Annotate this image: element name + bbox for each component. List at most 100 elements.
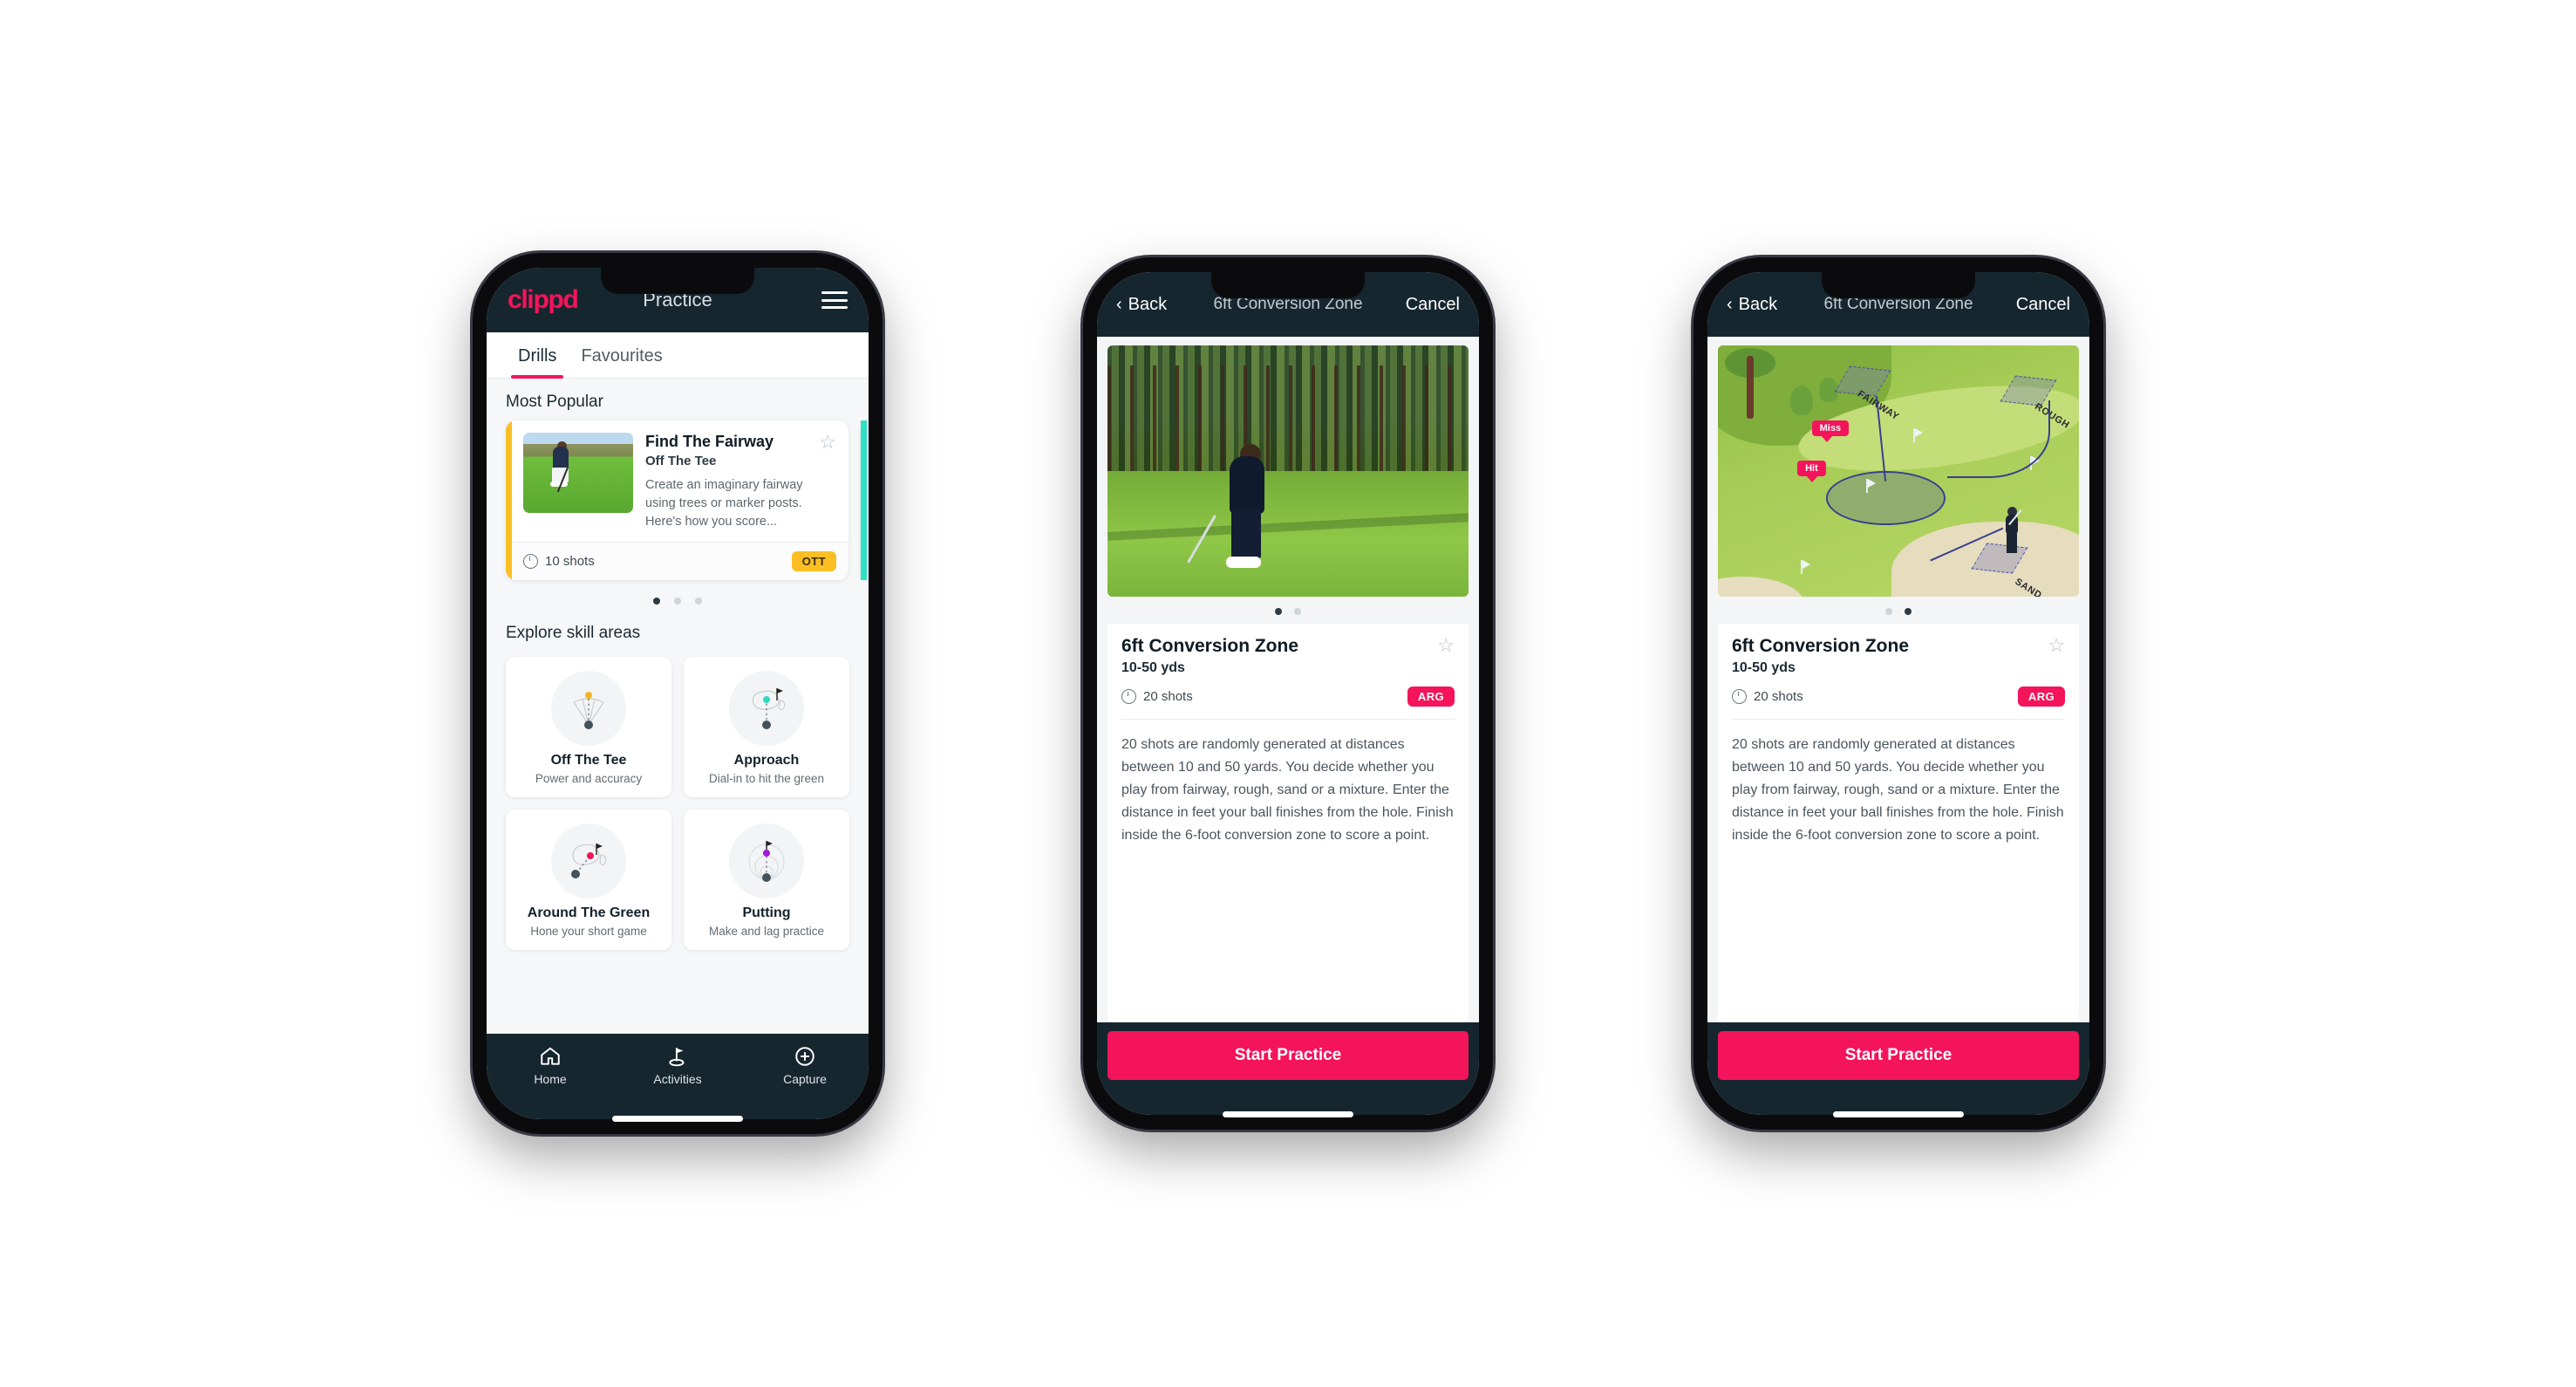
putting-rings-icon: [729, 823, 804, 899]
clippd-logo[interactable]: clippd: [508, 285, 579, 315]
divider: [1121, 719, 1455, 720]
home-icon: [487, 1044, 614, 1069]
media-dots[interactable]: [1718, 597, 2079, 624]
skill-name: Approach: [733, 753, 800, 769]
star-outline-icon[interactable]: ☆: [2048, 636, 2065, 655]
media-dot[interactable]: [1885, 608, 1892, 615]
phone-notch: [1822, 272, 1975, 298]
drill-card-top: Find The Fairway Off The Tee ☆ Create an…: [506, 420, 848, 542]
next-drill-card-peek[interactable]: [861, 420, 869, 581]
drill-title: Find The Fairway: [645, 433, 774, 450]
carousel-dot[interactable]: [695, 598, 702, 605]
golf-flag-icon: [1801, 560, 1811, 575]
drill-info-panel: 6ft Conversion Zone 10-50 yds ☆ 20 shots…: [1718, 624, 2079, 1022]
tab-bar: Drills Favourites: [487, 332, 869, 379]
back-button[interactable]: ‹ Back: [1116, 295, 1167, 315]
back-label: Back: [1738, 294, 1778, 314]
hamburger-menu-icon[interactable]: [821, 291, 848, 309]
cancel-button[interactable]: Cancel: [1406, 295, 1460, 315]
drill-distance: 10-50 yds: [1121, 660, 1185, 675]
drill-title: 6ft Conversion Zone: [1732, 636, 1910, 656]
nav-label: Capture: [783, 1072, 827, 1086]
detail-body: 6ft Conversion Zone 10-50 yds ☆ 20 shots…: [1097, 337, 1479, 1022]
drill-distance: 10-50 yds: [1732, 660, 1796, 675]
carousel-dot[interactable]: [674, 598, 681, 605]
drill-shots: 10 shots: [545, 554, 595, 570]
drill-info-panel: 6ft Conversion Zone 10-50 yds ☆ 20 shots…: [1107, 624, 1469, 1022]
skill-card-putting[interactable]: Putting Make and lag practice: [684, 810, 849, 951]
media-dot[interactable]: [1275, 608, 1282, 615]
phone3-screen: ‹ Back 6ft Conversion Zone Cancel FAIRWA…: [1707, 272, 2089, 1115]
most-popular-label: Most Popular: [506, 393, 603, 411]
home-indicator: [1223, 1111, 1353, 1117]
tee-fan-icon: [551, 671, 626, 747]
status-badge: OTT: [791, 551, 836, 572]
skill-card-approach[interactable]: Approach Dial-in to hit the green: [684, 657, 849, 798]
drill-card-footer: 10 shots OTT: [506, 542, 848, 581]
phone1-screen: clippd Practice Drills Favourites Most P…: [487, 268, 869, 1119]
nav-label: Home: [534, 1072, 567, 1086]
chevron-left-icon: ‹: [1116, 294, 1122, 314]
status-badge: ARG: [1407, 687, 1455, 707]
tab-favourites[interactable]: Favourites: [569, 332, 674, 378]
golf-flag-icon: [1865, 478, 1876, 493]
drill-card[interactable]: Find The Fairway Off The Tee ☆ Create an…: [506, 420, 848, 581]
drill-subtitle: Off The Tee: [645, 454, 717, 468]
star-outline-icon[interactable]: ☆: [1437, 636, 1455, 655]
miss-tag: Miss: [1811, 420, 1850, 443]
media-dot[interactable]: [1905, 608, 1912, 615]
phone-practice-list: clippd Practice Drills Favourites Most P…: [473, 253, 883, 1134]
skill-desc: Dial-in to hit the green: [708, 772, 825, 786]
drill-media-diagram[interactable]: FAIRWAY ROUGH SAND Miss Hit: [1718, 345, 2079, 597]
back-button[interactable]: ‹ Back: [1727, 295, 1777, 315]
drill-media-photo[interactable]: [1107, 345, 1469, 597]
drill-info-head: 6ft Conversion Zone 10-50 yds ☆: [1121, 636, 1455, 676]
approach-green-icon: [729, 671, 804, 747]
skill-desc: Hone your short game: [530, 925, 647, 939]
tab-drills[interactable]: Drills: [506, 332, 569, 379]
skill-areas-label: Explore skill areas: [506, 624, 641, 643]
nav-item-home[interactable]: Home: [487, 1044, 614, 1086]
bottom-nav: Home Activities Capture: [487, 1034, 869, 1119]
skill-card-around-the-green[interactable]: Around The Green Hone your short game: [506, 810, 671, 951]
golf-flag-icon: [614, 1044, 741, 1069]
skill-desc: Make and lag practice: [708, 925, 825, 939]
screenshot-stage: clippd Practice Drills Favourites Most P…: [0, 0, 2576, 1387]
bush-icon: [1789, 386, 1813, 416]
most-popular-carousel[interactable]: Find The Fairway Off The Tee ☆ Create an…: [487, 420, 869, 581]
divider: [1732, 719, 2065, 720]
skill-name: Off The Tee: [550, 753, 627, 769]
drill-shots: 20 shots: [1754, 689, 1803, 704]
nav-item-capture[interactable]: Capture: [741, 1044, 869, 1086]
clock-icon: [1732, 689, 1747, 704]
star-outline-icon[interactable]: ☆: [819, 433, 836, 452]
cta-bar: Start Practice: [1707, 1022, 2089, 1115]
home-indicator: [1833, 1111, 1964, 1117]
start-practice-button[interactable]: Start Practice: [1718, 1031, 2079, 1080]
golf-flag-icon: [1912, 428, 1923, 443]
carousel-dot[interactable]: [653, 598, 660, 605]
nav-label: Activities: [653, 1072, 702, 1086]
back-label: Back: [1128, 294, 1168, 314]
skill-card-off-the-tee[interactable]: Off The Tee Power and accuracy: [506, 657, 671, 798]
status-badge: ARG: [2017, 687, 2065, 707]
phone-notch: [1211, 272, 1365, 298]
cancel-button[interactable]: Cancel: [2016, 295, 2070, 315]
tree-trunk: [1747, 355, 1755, 419]
skill-areas-grid: Off The Tee Power and accuracy Approach …: [487, 652, 869, 966]
clock-icon: [1121, 689, 1136, 704]
drill-info-head: 6ft Conversion Zone 10-50 yds ☆: [1732, 636, 2065, 676]
skill-name: Putting: [742, 905, 791, 921]
phone2-screen: ‹ Back 6ft Conversion Zone Cancel 6ft Co…: [1097, 272, 1479, 1115]
cta-bar: Start Practice: [1097, 1022, 1479, 1115]
drill-shots: 20 shots: [1143, 689, 1193, 704]
start-practice-button[interactable]: Start Practice: [1107, 1031, 1469, 1080]
carousel-dots[interactable]: [487, 580, 869, 610]
skill-name: Around The Green: [527, 905, 651, 921]
media-dots[interactable]: [1107, 597, 1469, 624]
nav-item-activities[interactable]: Activities: [614, 1044, 741, 1086]
chevron-left-icon: ‹: [1727, 294, 1733, 314]
media-dot[interactable]: [1294, 608, 1301, 615]
drill-description: Create an imaginary fairway using trees …: [645, 478, 803, 530]
drill-description: 20 shots are randomly generated at dista…: [1121, 737, 1454, 843]
